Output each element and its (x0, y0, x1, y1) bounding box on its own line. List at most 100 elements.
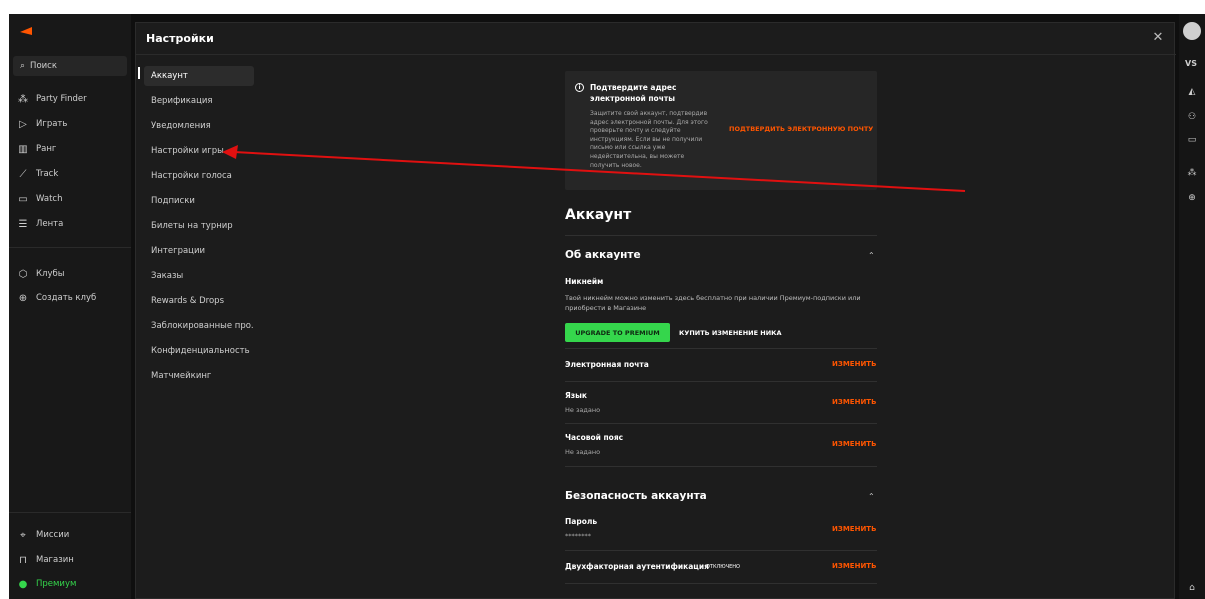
watch-icon: ▭ (18, 193, 28, 205)
password-value: ******** (565, 532, 591, 540)
premium-icon: ● (18, 578, 28, 590)
settings-menu-verification[interactable]: Верификация (144, 91, 254, 111)
settings-title: Настройки (146, 32, 214, 45)
nav-label: Track (36, 169, 59, 179)
change-password-button[interactable]: ИЗМЕНИТЬ (832, 525, 876, 533)
nav-divider (9, 247, 131, 248)
nav-label: Миссии (36, 530, 70, 540)
missions-icon: ⌖ (20, 529, 26, 541)
timezone-value: Не задано (565, 448, 601, 456)
divider (565, 423, 877, 424)
search-input[interactable]: ⌕ Поиск (13, 56, 127, 76)
settings-menu-voice-settings[interactable]: Настройки голоса (144, 166, 254, 186)
settings-menu-game-settings[interactable]: Настройки игры (144, 141, 254, 161)
settings-menu-tournament-tickets[interactable]: Билеты на турнир (144, 216, 254, 236)
change-timezone-button[interactable]: ИЗМЕНИТЬ (832, 440, 876, 448)
create-club-icon: ⊕ (18, 292, 28, 304)
nav-label: Watch (36, 194, 63, 204)
party-icon[interactable]: ⁂ (1184, 165, 1200, 181)
security-section-title: Безопасность аккаунта (565, 490, 707, 502)
bell-icon[interactable]: ◭ (1184, 84, 1200, 100)
divider (565, 550, 877, 551)
change-twofa-button[interactable]: ИЗМЕНИТЬ (832, 562, 876, 570)
settings-menu-matchmaking[interactable]: Матчмейкинг (144, 366, 254, 386)
verify-email-link[interactable]: ПОДТВЕРДИТЬ ЭЛЕКТРОННУЮ ПОЧТУ (729, 125, 873, 133)
upgrade-premium-button[interactable]: UPGRADE TO PREMIUM (565, 323, 670, 342)
settings-menu-privacy[interactable]: Конфиденциальность (144, 341, 254, 361)
vs-label[interactable]: VS (1185, 59, 1197, 68)
language-label: Язык (565, 391, 588, 400)
change-language-button[interactable]: ИЗМЕНИТЬ (832, 398, 876, 406)
nav-missions[interactable]: ⌖ Миссии (9, 524, 131, 546)
chevron-up-icon[interactable]: ⌃ (868, 251, 875, 260)
nav-rank[interactable]: ▥ Ранг (9, 138, 131, 160)
shop-icon: ⊓ (19, 554, 27, 566)
verify-title: Подтвердите адрес электронной почты (590, 83, 677, 103)
nav-feed[interactable]: ☰ Лента (9, 213, 131, 235)
settings-menu-notifications[interactable]: Уведомления (144, 116, 254, 136)
timezone-label: Часовой пояс (565, 433, 624, 442)
settings-menu-orders[interactable]: Заказы (144, 266, 254, 286)
email-label: Электронная почта (565, 360, 649, 369)
password-label: Пароль (565, 517, 598, 526)
settings-modal: Настройки ✕ Аккаунт Верификация Уведомле… (135, 22, 1176, 599)
clubs-icon: ⬡ (18, 268, 28, 280)
nav-label: Играть (36, 119, 68, 129)
settings-menu-rewards-drops[interactable]: Rewards & Drops (144, 291, 254, 311)
nav-party-finder[interactable]: ⁂ Party Finder (9, 88, 131, 110)
nav-label: Ранг (36, 144, 57, 154)
chat-icon[interactable]: ▭ (1184, 132, 1200, 148)
rank-icon: ▥ (18, 143, 28, 155)
settings-menu-integrations[interactable]: Интеграции (144, 241, 254, 261)
divider (565, 381, 877, 382)
active-indicator (138, 67, 140, 79)
change-email-button[interactable]: ИЗМЕНИТЬ (832, 360, 876, 368)
party-finder-icon: ⁂ (18, 93, 28, 105)
friends-icon[interactable]: ⚇ (1184, 109, 1200, 125)
search-label: Поиск (30, 61, 57, 71)
nav-play[interactable]: ▷ Играть (9, 113, 131, 135)
avatar[interactable] (1183, 22, 1201, 40)
settings-header: Настройки ✕ (136, 23, 1176, 55)
twofa-status-badge: ОТКЛЮЧЕНО (706, 564, 740, 570)
feed-icon: ☰ (18, 218, 28, 230)
settings-menu-subscriptions[interactable]: Подписки (144, 191, 254, 211)
close-icon[interactable]: ✕ (1150, 30, 1166, 46)
about-section-title: Об аккаунте (565, 249, 641, 261)
gift-icon[interactable]: ⌂ (1184, 580, 1200, 596)
nav-label: Party Finder (36, 94, 87, 104)
nav-label: Клубы (36, 269, 65, 279)
divider (565, 466, 877, 467)
divider (565, 235, 877, 236)
settings-menu-account[interactable]: Аккаунт (144, 66, 254, 86)
nav-watch[interactable]: ▭ Watch (9, 188, 131, 210)
divider (565, 348, 877, 349)
divider (565, 583, 877, 584)
nickname-description: Твой никнейм можно изменить здесь беспла… (565, 294, 861, 312)
right-sidebar: VS ◭ ⚇ ▭ ⁂ ⊕ ⌂ (1179, 14, 1205, 599)
nav-label: Создать клуб (36, 293, 97, 303)
track-icon: ⟋ (19, 168, 27, 180)
nav-label: Лента (36, 219, 64, 229)
search-icon: ⌕ (20, 61, 26, 71)
add-icon[interactable]: ⊕ (1184, 190, 1200, 206)
app-window: ⌕ Поиск ⁂ Party Finder ▷ Играть ▥ Ранг ⟋… (9, 14, 1205, 599)
buy-nick-change-button[interactable]: КУПИТЬ ИЗМЕНЕНИЕ НИКА (679, 329, 782, 337)
settings-menu-blocked[interactable]: Заблокированные про... (144, 316, 254, 336)
nav-label: Премиум (36, 579, 77, 589)
nav-create-club[interactable]: ⊕ Создать клуб (9, 287, 131, 309)
nav-clubs[interactable]: ⬡ Клубы (9, 263, 131, 285)
faceit-logo-icon[interactable] (19, 23, 33, 37)
account-heading: Аккаунт (565, 207, 632, 223)
nav-premium[interactable]: ● Премиум (9, 573, 131, 595)
verify-email-card: i Подтвердите адрес электронной почты За… (565, 71, 877, 190)
language-value: Не задано (565, 406, 601, 414)
chevron-up-icon[interactable]: ⌃ (868, 492, 875, 501)
left-navigation: ⌕ Поиск ⁂ Party Finder ▷ Играть ▥ Ранг ⟋… (9, 14, 131, 599)
nav-shop[interactable]: ⊓ Магазин (9, 549, 131, 571)
twofa-label: Двухфакторная аутентификация (565, 562, 709, 571)
nav-track[interactable]: ⟋ Track (9, 163, 131, 185)
nav-divider (9, 512, 131, 513)
verify-text: Защитите свой аккаунт, подтвердив адрес … (590, 110, 708, 169)
nav-label: Магазин (36, 555, 74, 565)
